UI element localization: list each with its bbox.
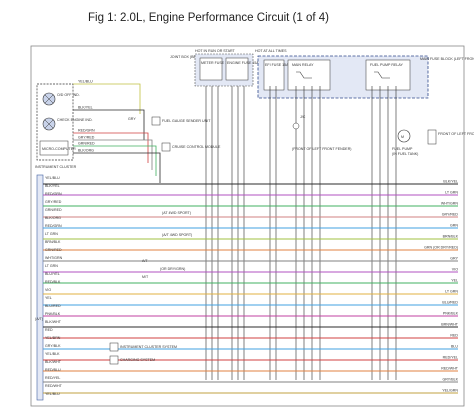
pcm-module (36, 174, 44, 401)
right-wire-label: BRN/WHT (441, 323, 459, 327)
left-wire-label: BLU/RED (45, 304, 61, 308)
left-wire-label: GRN/RED (45, 208, 62, 212)
right-wire-label: GRY/BLK (442, 378, 458, 382)
left-wire-label: BLK/YEL (45, 184, 60, 188)
right-wire-label: BLU (451, 345, 458, 349)
fender-panel-label: FRONT OF LEFT FRONT FENDER PANEL (438, 132, 474, 136)
left-wire-label: BLK/WHT (45, 320, 62, 324)
right-wire-label: RED/WHT (441, 367, 459, 371)
diagram-frame (30, 45, 465, 407)
cruise-control-connector (161, 142, 171, 152)
charging-system-label: CHARGING SYSTEM (120, 358, 155, 362)
right-wire-label: BLU/RED (442, 301, 458, 305)
right-wire-label: VIO (452, 268, 458, 272)
right-wire-label: WHT/GRN (441, 202, 459, 206)
left-wire-label: GRN/RED (45, 248, 62, 252)
right-wire-label: RED (450, 334, 458, 338)
left-wire-label: WHT/GRN (45, 256, 63, 260)
charging-system-connector (109, 355, 119, 365)
fuel-pump-relay-label: FUEL PUMP RELAY (370, 63, 403, 67)
main-relay-label: MAIN RELAY (292, 63, 314, 67)
right-wire-label: BLK/YEL (443, 180, 458, 184)
left-wire-label: YEL/BRN (45, 336, 61, 340)
indicator-wire (73, 152, 161, 183)
left-wire-label: RED/WHT (45, 384, 63, 388)
mt-label: M/T (142, 275, 149, 279)
cruise-control-label: CRUISE CONTROL MODULE (172, 145, 221, 149)
left-wire-label: RED/GRN (45, 224, 62, 228)
junction-connector (292, 122, 300, 130)
front-left-fender-label: (FRONT OF LEFT FRONT FENDER) (292, 147, 352, 151)
left-wire-label: RED/BLU (45, 368, 61, 372)
left-wire-label: YEL/BLU (45, 392, 60, 396)
left-wire-label: YEL (45, 296, 52, 300)
left-wire-label: GRY/BLK (45, 344, 61, 348)
efi-fuse-label: EFI FUSE 15A (265, 63, 289, 67)
or-label: (OR DRY/GRN) (160, 267, 185, 271)
pcm-label: (A/T) (35, 317, 43, 321)
right-wire-label: BRN/BLK (443, 235, 459, 239)
left-wire-label: VIO (45, 288, 51, 292)
right-wire-label: RED/YEL (443, 356, 458, 360)
left-wire-label: RED/GRN (45, 192, 62, 196)
right-wire-label: LT GRN (445, 191, 458, 195)
left-wire-label: RED/YEL (45, 376, 60, 380)
at-label: A/T (142, 259, 148, 263)
right-wire-label: LT GRN (445, 290, 458, 294)
indicator-wire-label: GRN/RED (78, 142, 95, 146)
right-wire-label: GRY (450, 257, 458, 261)
instrument-cluster-label: INSTRUMENT CLUSTER (35, 165, 77, 169)
ground-connector (427, 129, 437, 145)
main-fuse-block-label: MAIN FUSE BLOCK (LEFT FRONT OF ENGINE CO… (420, 57, 474, 61)
wiring-diagram: O/D OFF IND. CHECK ENGINE IND. MICRO-COMPU… (30, 45, 474, 407)
transmission-note-2: (A/T 4WD SPORT) (162, 233, 192, 237)
left-wire-label: PNK/BLK (45, 312, 61, 316)
left-wire-label: BLK/WHT (45, 360, 62, 364)
check-engine-indicator-label: CHECK ENGINE IND. (57, 118, 93, 122)
hot-at-all-times-label: HOT AT ALL TIMES (255, 49, 287, 53)
junction-connector-label: J/C (300, 115, 306, 119)
indicator-wire-label: RED/GRN (78, 129, 95, 133)
left-wire-label: LT GRN (45, 232, 58, 236)
left-wire-label: RED/BLK (45, 280, 61, 284)
fuel-pump-motor-letter: M (401, 135, 404, 139)
fuel-pump-motor-icon (397, 129, 411, 143)
od-off-indicator-label: O/D OFF IND. (57, 93, 80, 97)
fuel-pump-label: FUEL PUMP (392, 147, 413, 151)
engine-fuse-label: ENGINE FUSE 15A (227, 61, 259, 65)
indicator-wire-label: BLK/YEL (78, 106, 93, 110)
indicator-wire-label: BLK/ORG (78, 149, 94, 153)
fuel-gauge-label: FUEL GAUGE SENDER UNIT (162, 119, 211, 123)
right-wire-label: YEL (451, 279, 458, 283)
left-wire-label: BLK/ORG (45, 216, 61, 220)
wire-label-gry: GRY (128, 117, 136, 121)
hot-in-run-label: HOT IN RUN OR START (195, 49, 236, 53)
instrument-system-connector (109, 342, 119, 352)
indicator-wire (73, 83, 141, 114)
right-wire-label: PNK/BLK (443, 312, 459, 316)
right-wire-label: GRY/RED (442, 213, 459, 217)
left-wire-label: YEL/BLK (45, 352, 60, 356)
right-wire-label: GRN (450, 224, 458, 228)
instrument-system-label: INSTRUMENT CLUSTER SYSTEM (120, 345, 177, 349)
fuel-tank-label: (IN FUEL TANK) (392, 152, 418, 156)
micro-computer-label: MICRO-COMPUTER (42, 147, 76, 151)
left-wire-label: LT GRN (45, 264, 58, 268)
right-wire-label: YEL/GRN (442, 389, 458, 393)
left-wire-label: BLU/YEL (45, 272, 60, 276)
indicator-wire-label: GRY/RED (78, 136, 95, 140)
left-wire-label: BRN/BLK (45, 240, 61, 244)
left-wire-label: YEL/BLU (45, 176, 60, 180)
left-wire-label: RED (45, 328, 53, 332)
fuel-gauge-connector (151, 116, 161, 126)
indicator-wire-label: YEL/BLU (78, 80, 93, 84)
diagram-page: Fig 1: 2.0L, Engine Performance Circuit … (0, 0, 474, 412)
left-wire-label: GRY/RED (45, 200, 62, 204)
right-wire-label: GRN (OR DRY/RED) (424, 246, 458, 250)
transmission-note: (AT 4WD SPORT) (162, 211, 191, 215)
